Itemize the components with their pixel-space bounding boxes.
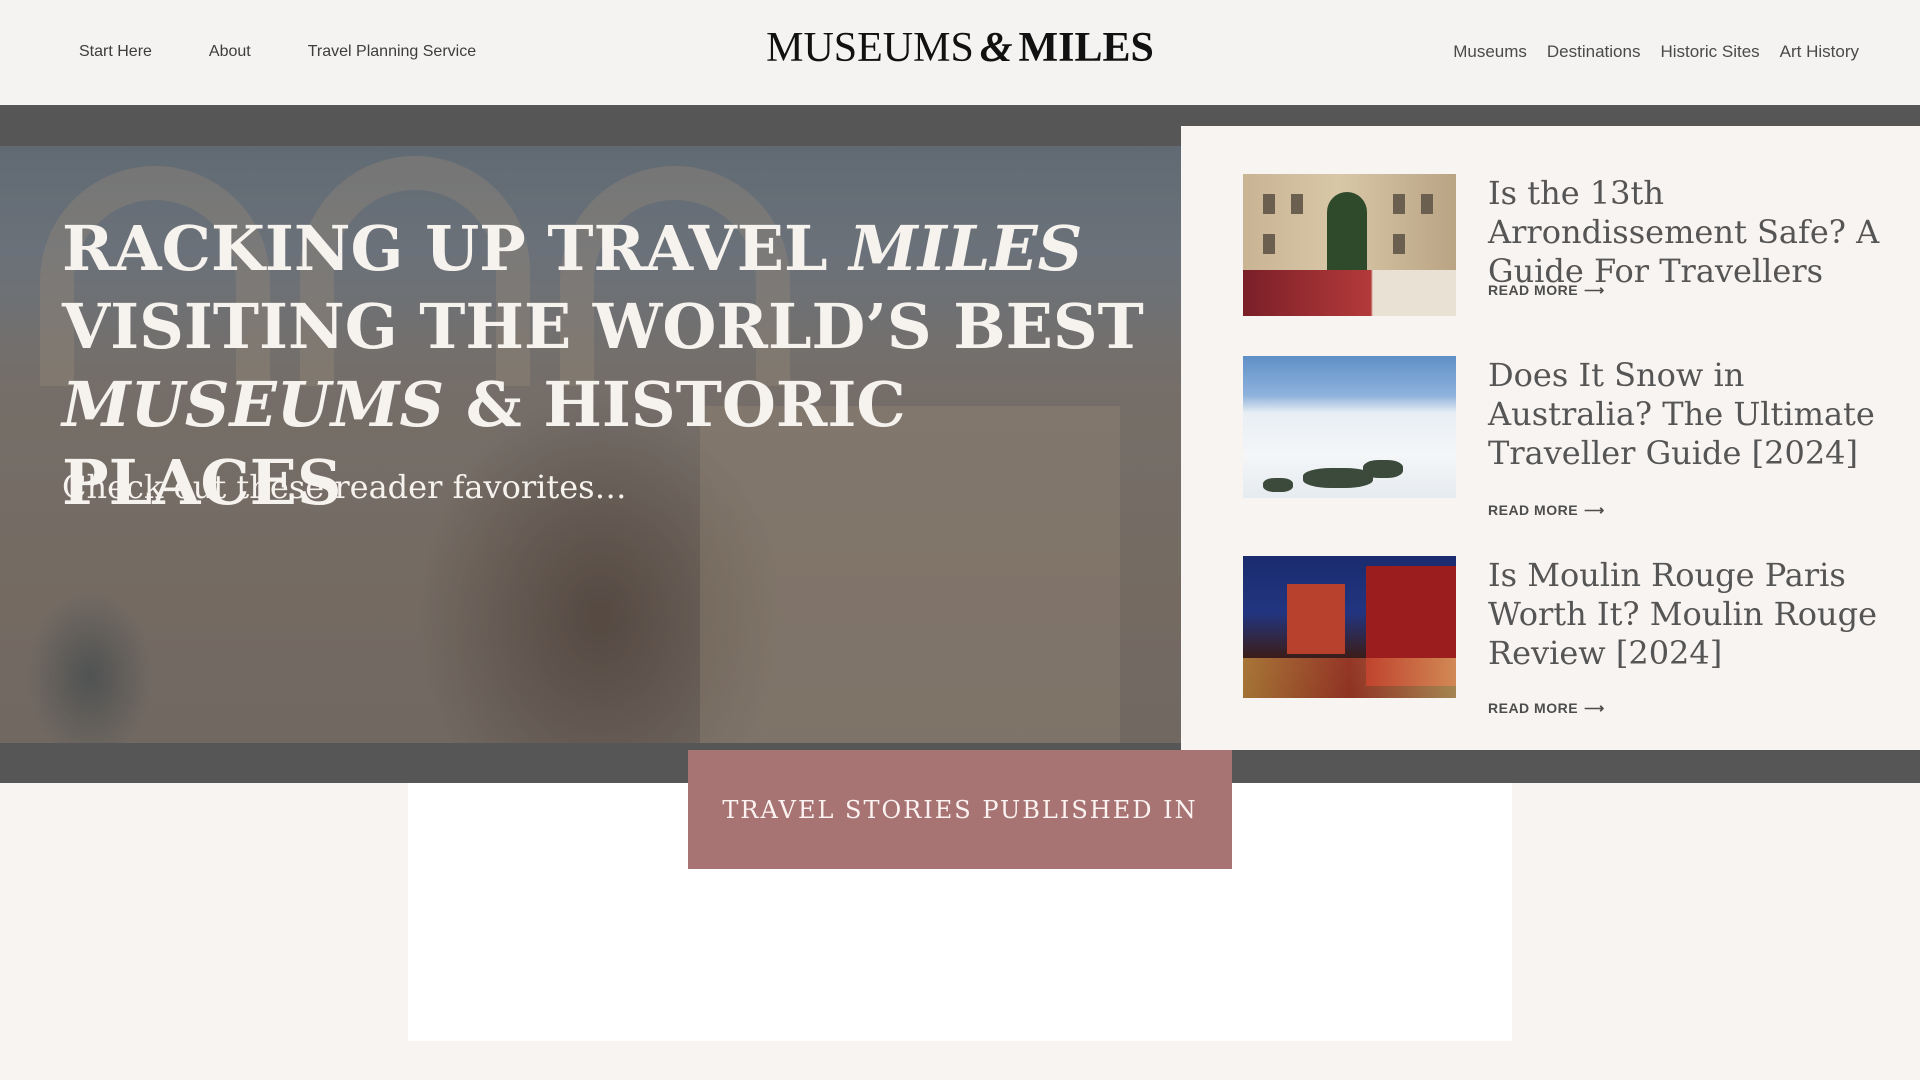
read-more-label: READ MORE	[1488, 282, 1579, 298]
hero-title-museums: MUSEUMS	[62, 368, 445, 441]
site-header: Start Here About Travel Planning Service…	[0, 0, 1920, 104]
hero-subtitle: Check out these reader favorites…	[62, 468, 627, 506]
arrow-right-icon: ⟶	[1584, 282, 1605, 298]
reader-favorites: Is the 13th Arrondissement Safe? A Guide…	[1181, 126, 1920, 750]
nav-historic-sites[interactable]: Historic Sites	[1660, 42, 1759, 62]
hero-title-line1: RACKING UP TRAVEL	[62, 212, 850, 285]
nav-destinations[interactable]: Destinations	[1547, 42, 1641, 62]
nav-museums[interactable]: Museums	[1453, 42, 1527, 62]
hero-title-miles: MILES	[849, 212, 1083, 285]
arrow-right-icon: ⟶	[1584, 502, 1605, 518]
read-more-link[interactable]: READ MORE ⟶	[1488, 700, 1605, 717]
logo-museums: MUSEUMS	[766, 25, 974, 71]
logo-miles: MILES	[1018, 25, 1154, 71]
nav-art-history[interactable]: Art History	[1780, 42, 1859, 62]
logo-ampersand: &	[979, 25, 1013, 71]
favorite-thumbnail[interactable]	[1243, 356, 1456, 498]
favorite-title[interactable]: Is Moulin Rouge Paris Worth It? Moulin R…	[1488, 556, 1918, 673]
read-more-label: READ MORE	[1488, 700, 1579, 716]
read-more-link[interactable]: READ MORE ⟶	[1488, 282, 1605, 299]
read-more-label: READ MORE	[1488, 502, 1579, 518]
favorite-thumbnail[interactable]	[1243, 556, 1456, 698]
hero-title-line2: VISITING THE WORLD’S BEST	[62, 290, 1144, 363]
published-in-text: TRAVEL STORIES PUBLISHED IN	[722, 795, 1198, 824]
arrow-right-icon: ⟶	[1584, 700, 1605, 716]
published-in-label: TRAVEL STORIES PUBLISHED IN	[688, 750, 1232, 869]
favorite-title[interactable]: Is the 13th Arrondissement Safe? A Guide…	[1488, 174, 1918, 291]
favorite-title[interactable]: Does It Snow in Australia? The Ultimate …	[1488, 356, 1918, 473]
primary-nav-right: Museums Destinations Historic Sites Art …	[1453, 0, 1859, 104]
favorite-thumbnail[interactable]	[1243, 174, 1456, 316]
hero-section: RACKING UP TRAVEL MILES VISITING THE WOR…	[0, 146, 1181, 743]
read-more-link[interactable]: READ MORE ⟶	[1488, 502, 1605, 519]
